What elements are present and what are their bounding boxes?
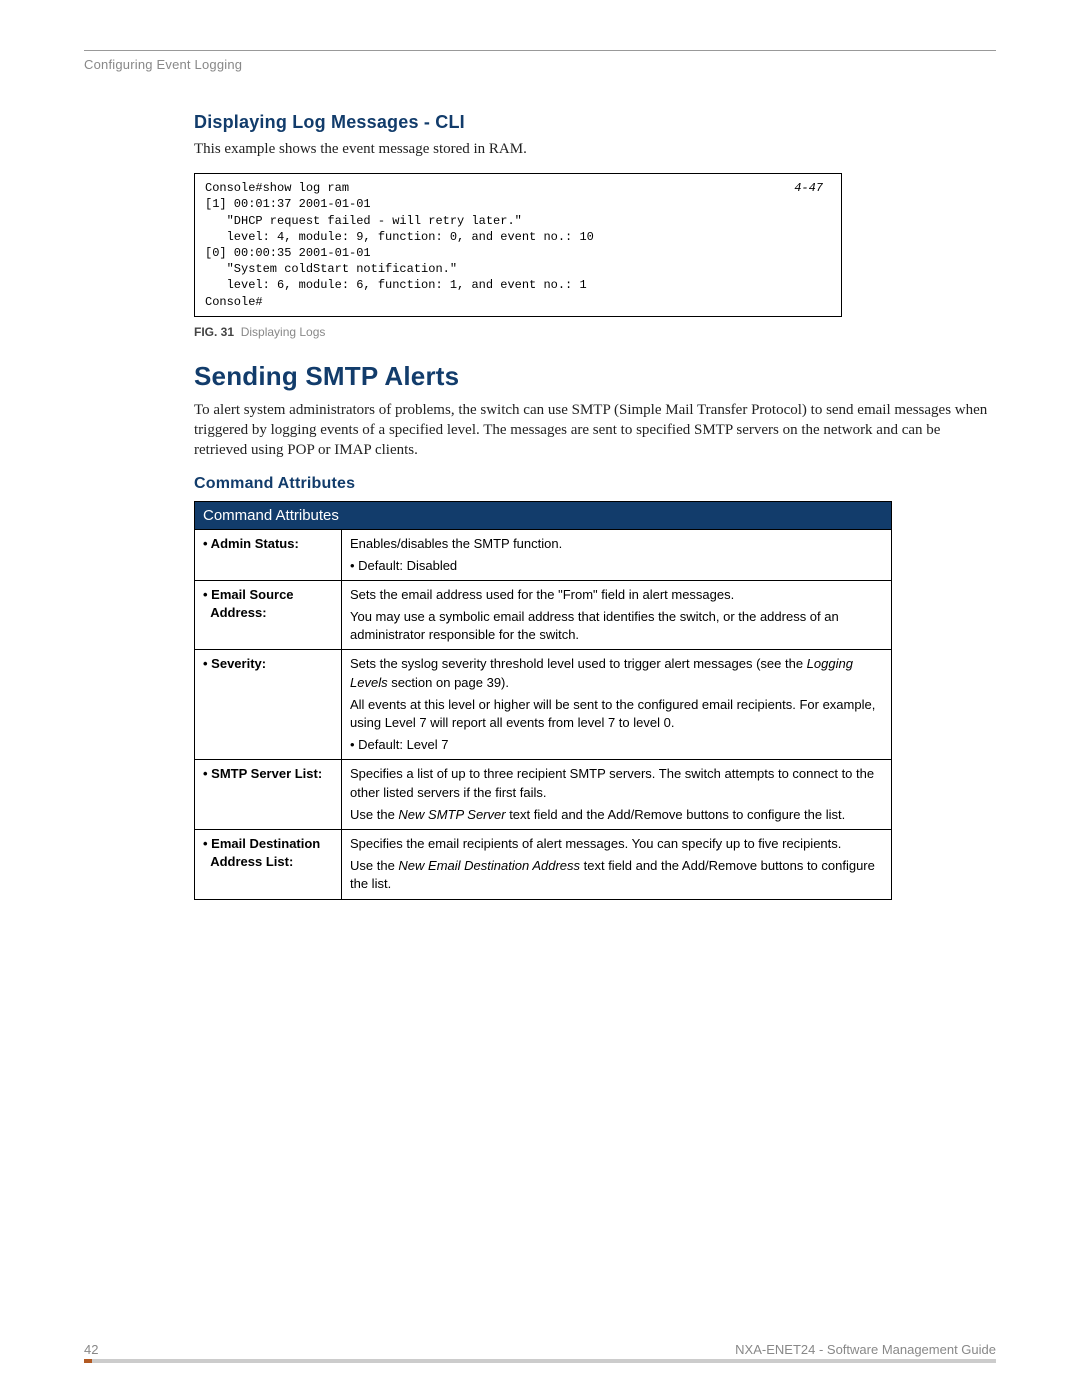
table-row: • Severity: Sets the syslog severity thr… (195, 650, 892, 760)
table-row: • Email Source Address: Sets the email a… (195, 580, 892, 650)
attr-desc-email-source: Sets the email address used for the "Fro… (342, 580, 892, 650)
attr-desc-email-dest-list: Specifies the email recipients of alert … (342, 829, 892, 899)
figure-caption: FIG. 31 Displaying Logs (194, 325, 996, 339)
attr-label-smtp-server-list: • SMTP Server List: (195, 760, 342, 830)
attr-label-email-source: • Email Source Address: (195, 580, 342, 650)
doc-title-footer: NXA-ENET24 - Software Management Guide (735, 1342, 996, 1357)
intro-paragraph-2: To alert system administrators of proble… (194, 400, 996, 461)
page-number: 42 (84, 1342, 98, 1357)
table-row: • SMTP Server List: Specifies a list of … (195, 760, 892, 830)
code-block-show-log-ram: 4-47 Console#show log ram [1] 00:01:37 20… (194, 173, 842, 317)
table-row: • Admin Status: Enables/disables the SMT… (195, 529, 892, 580)
heading-displaying-log-cli: Displaying Log Messages - CLI (194, 112, 996, 133)
attr-desc-severity: Sets the syslog severity threshold level… (342, 650, 892, 760)
code-content: Console#show log ram [1] 00:01:37 2001-0… (205, 181, 594, 308)
table-header: Command Attributes (195, 501, 892, 529)
attr-label-email-dest-list: • Email Destination Address List: (195, 829, 342, 899)
attr-label-severity: • Severity: (195, 650, 342, 760)
figure-title: Displaying Logs (241, 325, 326, 339)
table-row: • Email Destination Address List: Specif… (195, 829, 892, 899)
attr-desc-admin-status: Enables/disables the SMTP function. • De… (342, 529, 892, 580)
command-attributes-table: Command Attributes • Admin Status: Enabl… (194, 501, 892, 900)
code-page-ref: 4-47 (794, 180, 823, 196)
subheading-command-attributes: Command Attributes (194, 475, 996, 493)
intro-paragraph-1: This example shows the event message sto… (194, 139, 996, 159)
attr-label-admin-status: • Admin Status: (195, 529, 342, 580)
heading-sending-smtp-alerts: Sending SMTP Alerts (194, 361, 996, 392)
figure-number: FIG. 31 (194, 325, 234, 339)
footer-rule (84, 1359, 996, 1363)
running-header: Configuring Event Logging (84, 57, 996, 72)
attr-desc-smtp-server-list: Specifies a list of up to three recipien… (342, 760, 892, 830)
